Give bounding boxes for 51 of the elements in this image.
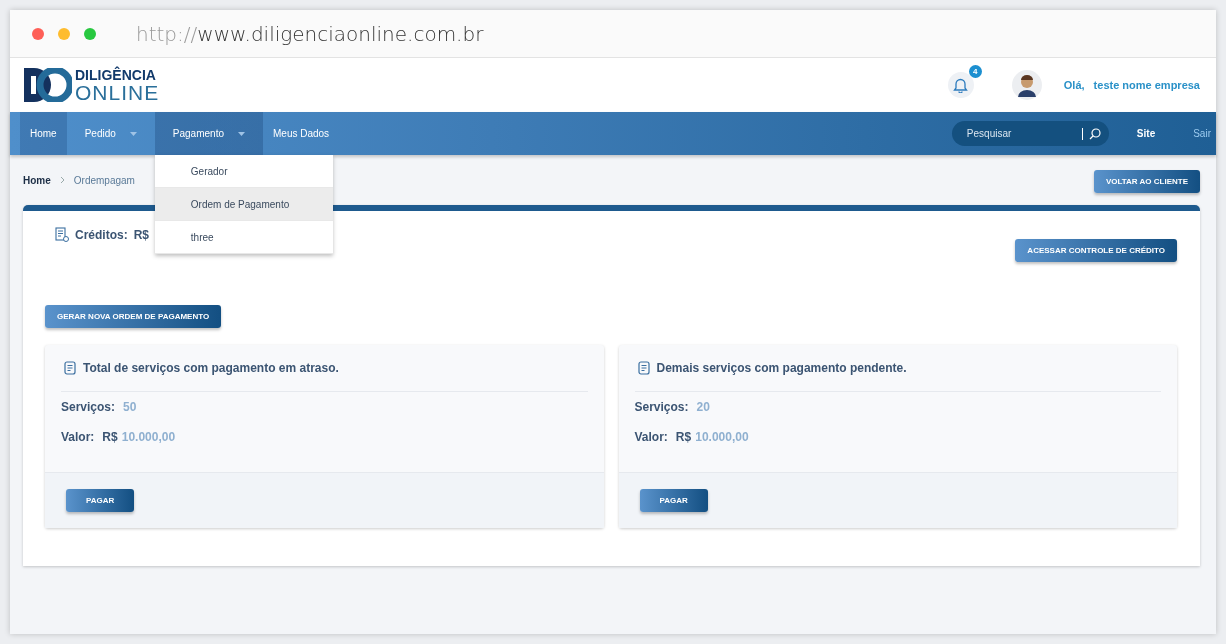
nav-link[interactable]: Site (1136, 128, 1156, 139)
services-label: Serviços: (61, 400, 116, 414)
panel-title: Demais serviços com pagamento pendente. (656, 361, 907, 375)
menu-item[interactable]: three (154, 221, 333, 254)
search-bar[interactable]: Pesquisar (951, 121, 1109, 146)
nav-link[interactable]: Sair (1193, 128, 1211, 139)
currency-text: R$ (675, 430, 692, 444)
credits-currency: R$ (133, 227, 149, 242)
menu-item[interactable]: Ordem de Pagamento (154, 188, 333, 221)
back-button[interactable]: VOLTAR AO CLIENTE (1093, 169, 1200, 193)
search-icon[interactable] (1088, 127, 1101, 140)
menu-item[interactable]: Gerador (154, 155, 333, 188)
services-value: 50 (123, 400, 137, 414)
currency-text: R$ (102, 430, 118, 444)
pay-button[interactable]: PAGAR (639, 489, 708, 512)
notifications-button[interactable] (947, 72, 974, 98)
breadcrumb-link[interactable]: Ordempagam (73, 174, 135, 186)
new-order-button[interactable]: GERAR NOVA ORDEM DE PAGAMENTO (45, 305, 222, 328)
notification-badge: 4 (968, 65, 982, 78)
amount-value: 10.000,00 (121, 430, 176, 444)
receipt-icon (55, 227, 69, 242)
logo-text: DILIGÊNCIA (75, 67, 157, 82)
nav-tab[interactable]: Pagamento (154, 112, 263, 155)
panel-title: Total de serviços com pagamento em atraso. (83, 361, 339, 375)
logo-icon (24, 68, 72, 102)
value-label: Valor: (634, 430, 668, 444)
credits-label: Créditos: (75, 227, 128, 242)
value-label: Valor: (61, 430, 95, 444)
breadcrumb-link[interactable]: Home (23, 174, 51, 186)
logo-text: ONLINE (75, 81, 160, 103)
pay-button[interactable]: PAGAR (66, 489, 135, 512)
user-name-link[interactable]: teste nome empresa (1093, 79, 1200, 91)
nav-tab[interactable]: Meus Dados (263, 112, 340, 155)
services-value: 20 (696, 400, 710, 414)
document-icon (637, 361, 650, 375)
credit-control-button[interactable]: ACESSAR CONTROLE DE CRÉDITO (1015, 239, 1177, 262)
greeting-text: Olá, (1063, 79, 1085, 91)
maximize-window-icon[interactable] (84, 27, 96, 40)
search-field[interactable]: Pesquisar (964, 127, 1082, 140)
caret-icon (238, 131, 245, 136)
close-window-icon[interactable] (32, 27, 44, 40)
bell-icon (953, 77, 969, 93)
avatar-icon[interactable] (1011, 70, 1042, 100)
amount-value: 10.000,00 (695, 430, 749, 444)
nav-tab[interactable]: Pedido (66, 112, 155, 155)
caret-icon (129, 131, 137, 136)
document-icon (64, 361, 76, 375)
nav-tab[interactable]: Home (20, 112, 67, 155)
services-label: Serviços: (634, 400, 689, 414)
address-text[interactable]: http://www.diligenciaonline.com.br (136, 21, 484, 46)
chevron-icon (59, 176, 65, 184)
